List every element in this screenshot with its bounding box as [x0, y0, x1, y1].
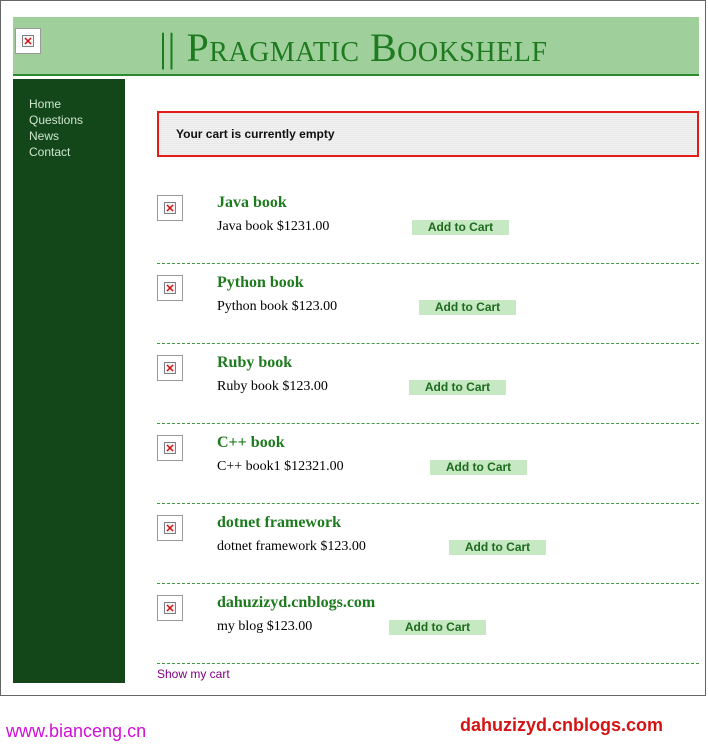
product-title: Ruby book — [217, 354, 293, 371]
site-header: || Pragmatic Bookshelf — [13, 17, 699, 76]
product-title: Python book — [217, 274, 304, 291]
add-to-cart-button[interactable]: Add to Cart — [419, 300, 516, 315]
broken-image-icon — [157, 515, 183, 541]
product-description: C++ book1 $12321.00 — [217, 459, 344, 474]
divider — [157, 663, 699, 664]
product-item: dotnet framework dotnet framework $123.0… — [157, 514, 699, 594]
broken-image-icon — [157, 195, 183, 221]
site-title: || Pragmatic Bookshelf — [159, 25, 548, 70]
divider — [157, 503, 699, 504]
sidebar-nav: Home Questions News Contact — [13, 96, 83, 160]
product-item: C++ book C++ book1 $12321.00 Add to Cart — [157, 434, 699, 514]
watermark-right: dahuzizyd.cnblogs.com — [460, 715, 664, 735]
divider — [157, 583, 699, 584]
product-title: dahuzizyd.cnblogs.com — [217, 594, 376, 611]
divider — [157, 343, 699, 344]
broken-image-icon — [157, 595, 183, 621]
product-description: dotnet framework $123.00 — [217, 539, 366, 554]
sidebar: Home Questions News Contact — [13, 79, 125, 683]
divider — [157, 263, 699, 264]
sidebar-item-home[interactable]: Home — [29, 96, 83, 112]
product-item: Ruby book Ruby book $123.00 Add to Cart — [157, 354, 699, 434]
product-title: Java book — [217, 194, 287, 211]
show-cart-link[interactable]: Show my cart — [157, 667, 230, 681]
broken-image-icon — [157, 275, 183, 301]
product-title: C++ book — [217, 434, 285, 451]
product-description: Ruby book $123.00 — [217, 379, 328, 394]
product-description: Java book $1231.00 — [217, 219, 330, 234]
cart-notice: Your cart is currently empty — [157, 111, 699, 157]
product-item: Python book Python book $123.00 Add to C… — [157, 274, 699, 354]
broken-image-icon — [15, 28, 41, 54]
add-to-cart-button[interactable]: Add to Cart — [409, 380, 506, 395]
add-to-cart-button[interactable]: Add to Cart — [430, 460, 527, 475]
add-to-cart-button[interactable]: Add to Cart — [449, 540, 546, 555]
broken-image-icon — [157, 355, 183, 381]
add-to-cart-button[interactable]: Add to Cart — [389, 620, 486, 635]
sidebar-item-news[interactable]: News — [29, 128, 83, 144]
product-title: dotnet framework — [217, 514, 341, 531]
browser-page: || Pragmatic Bookshelf Home Questions Ne… — [0, 0, 706, 696]
product-item: Java book Java book $1231.00 Add to Cart — [157, 194, 699, 274]
sidebar-item-contact[interactable]: Contact — [29, 144, 83, 160]
watermark-left: www.bianceng.cn — [6, 721, 147, 741]
divider — [157, 423, 699, 424]
product-description: my blog $123.00 — [217, 619, 313, 634]
add-to-cart-button[interactable]: Add to Cart — [412, 220, 509, 235]
product-description: Python book $123.00 — [217, 299, 338, 314]
broken-image-icon — [157, 435, 183, 461]
sidebar-item-questions[interactable]: Questions — [29, 112, 83, 128]
product-item: dahuzizyd.cnblogs.com my blog $123.00 Ad… — [157, 594, 699, 674]
